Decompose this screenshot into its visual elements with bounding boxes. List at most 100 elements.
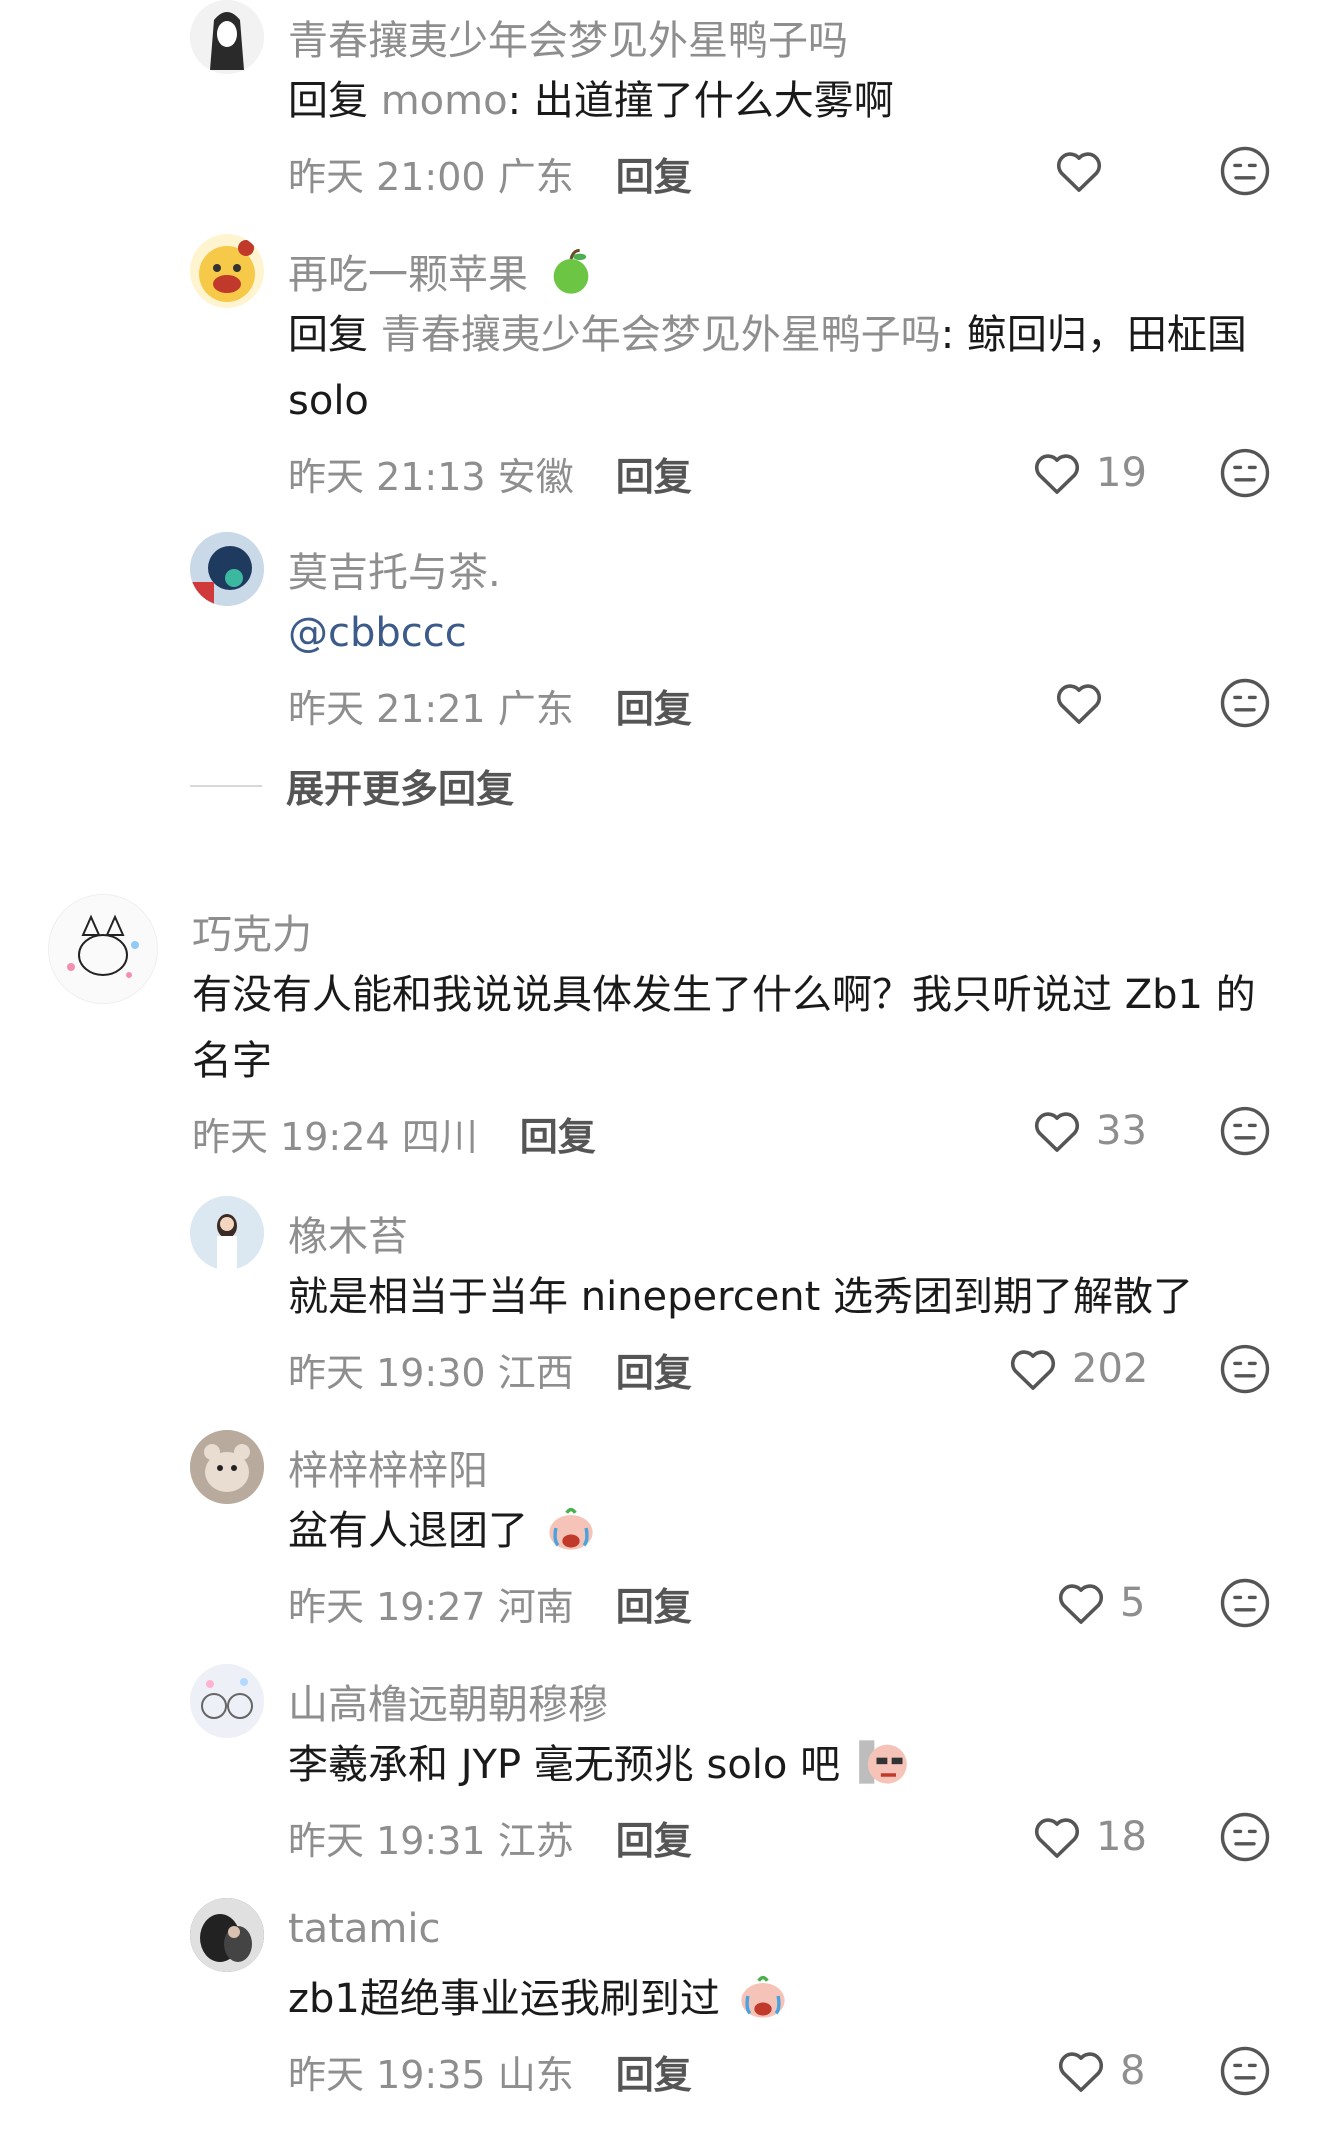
like-count: 18 bbox=[1096, 1814, 1147, 1860]
location: 河南 bbox=[497, 1585, 574, 1629]
heart-outline-icon bbox=[1058, 2052, 1104, 2092]
heart-outline-icon bbox=[1034, 1112, 1080, 1152]
comment-text: 李羲承和 JYP 毫无预兆 solo 吧 bbox=[288, 1732, 1276, 1798]
like-count: 19 bbox=[1096, 450, 1147, 496]
like-button[interactable]: 5 bbox=[1054, 1576, 1145, 1630]
location: 广东 bbox=[497, 687, 574, 731]
heart-outline-icon bbox=[1056, 152, 1102, 192]
avatar[interactable] bbox=[190, 0, 264, 74]
avatar[interactable] bbox=[48, 894, 158, 1004]
reply-target[interactable]: 青春攘夷少年会梦见外星鸭子吗 bbox=[381, 312, 941, 358]
avatar[interactable] bbox=[190, 1898, 264, 1972]
username[interactable]: 橡木苔 bbox=[288, 1204, 408, 1262]
location: 安徽 bbox=[497, 455, 574, 499]
comment-body: 李羲承和 JYP 毫无预兆 solo 吧 bbox=[288, 1742, 841, 1788]
timestamp: 昨天 21:13 bbox=[288, 455, 486, 499]
neutral-face-icon[interactable] bbox=[1218, 676, 1272, 730]
heart-outline-icon bbox=[1034, 1818, 1080, 1858]
reply-button[interactable]: 回复 bbox=[616, 687, 692, 731]
location: 四川 bbox=[401, 1115, 478, 1159]
location: 江苏 bbox=[497, 1819, 574, 1863]
comment-text: 有没有人能和我说说具体发生了什么啊？我只听说过 Zb1 的名字 bbox=[192, 972, 1256, 1084]
timestamp: 昨天 19:24 bbox=[192, 1115, 390, 1159]
location: 山东 bbox=[497, 2053, 574, 2097]
avatar[interactable] bbox=[190, 234, 264, 308]
neutral-face-icon[interactable] bbox=[1218, 1576, 1272, 1630]
comment-thread: 青春攘夷少年会梦见外星鸭子吗 回复 momo: 出道撞了什么大雾啊 昨天 21:… bbox=[0, 0, 1320, 2136]
comment-body: : 出道撞了什么大雾啊 bbox=[507, 78, 894, 124]
neutral-face-icon[interactable] bbox=[1218, 446, 1272, 500]
avatar[interactable] bbox=[190, 1196, 264, 1270]
crying-face-emoji-icon bbox=[740, 1975, 785, 2018]
expand-replies[interactable]: 展开更多回复 bbox=[190, 758, 514, 813]
comment-meta: 昨天 21:21 广东 回复 bbox=[288, 678, 692, 733]
reply-prefix: 回复 bbox=[288, 78, 381, 124]
reply-button[interactable]: 回复 bbox=[616, 1585, 692, 1629]
comment-text: 回复 momo: 出道撞了什么大雾啊 bbox=[288, 68, 1276, 134]
heart-outline-icon bbox=[1010, 1350, 1056, 1390]
reply-target[interactable]: momo bbox=[381, 78, 508, 124]
location: 江西 bbox=[497, 1351, 574, 1395]
username[interactable]: 山高橹远朝朝穆穆 bbox=[288, 1672, 608, 1730]
comment-meta: 昨天 21:13 安徽 回复 bbox=[288, 446, 692, 501]
reply-button[interactable]: 回复 bbox=[520, 1115, 596, 1159]
timestamp: 昨天 21:21 bbox=[288, 687, 486, 731]
timestamp: 昨天 21:00 bbox=[288, 155, 486, 199]
username[interactable]: 青春攘夷少年会梦见外星鸭子吗 bbox=[288, 8, 848, 66]
reply-button[interactable]: 回复 bbox=[616, 2053, 692, 2097]
neutral-face-icon[interactable] bbox=[1218, 2044, 1272, 2098]
username[interactable]: tatamic bbox=[288, 1906, 440, 1952]
green-apple-icon bbox=[553, 248, 589, 294]
like-count: 8 bbox=[1120, 2048, 1146, 2094]
neutral-face-icon[interactable] bbox=[1218, 1810, 1272, 1864]
comment-meta: 昨天 19:35 山东 回复 bbox=[288, 2044, 692, 2099]
like-button[interactable]: 33 bbox=[1030, 1104, 1147, 1158]
like-button[interactable]: 19 bbox=[1030, 446, 1147, 500]
comment-text: 回复 青春攘夷少年会梦见外星鸭子吗: 鲸回归，田柾国 solo bbox=[288, 302, 1276, 434]
comment-meta: 昨天 21:00 广东 回复 bbox=[288, 146, 692, 201]
reply-button[interactable]: 回复 bbox=[616, 455, 692, 499]
timestamp: 昨天 19:27 bbox=[288, 1585, 486, 1629]
avatar[interactable] bbox=[190, 532, 264, 606]
like-button[interactable] bbox=[1052, 144, 1118, 198]
username[interactable]: 再吃一颗苹果 bbox=[288, 242, 597, 300]
username[interactable]: 梓梓梓梓阳 bbox=[288, 1438, 488, 1496]
comment-meta: 昨天 19:24 四川 回复 bbox=[192, 1106, 596, 1161]
avatar[interactable] bbox=[190, 1430, 264, 1504]
heart-outline-icon bbox=[1058, 1584, 1104, 1624]
comment-body: zb1超绝事业运我刷到过 bbox=[288, 1976, 720, 2022]
like-button[interactable]: 202 bbox=[1006, 1342, 1148, 1396]
comment-meta: 昨天 19:30 江西 回复 bbox=[288, 1342, 692, 1397]
heart-outline-icon bbox=[1034, 454, 1080, 494]
avatar[interactable] bbox=[190, 1664, 264, 1738]
like-button[interactable]: 8 bbox=[1054, 2044, 1145, 2098]
peeking-face-emoji-icon bbox=[858, 1740, 907, 1784]
reply-button[interactable]: 回复 bbox=[616, 155, 692, 199]
timestamp: 昨天 19:30 bbox=[288, 1351, 486, 1395]
like-button[interactable]: 18 bbox=[1030, 1810, 1147, 1864]
reply-prefix: 回复 bbox=[288, 312, 381, 358]
timestamp: 昨天 19:31 bbox=[288, 1819, 486, 1863]
comment-meta: 昨天 19:27 河南 回复 bbox=[288, 1576, 692, 1631]
reply-button[interactable]: 回复 bbox=[616, 1819, 692, 1863]
expand-replies-label[interactable]: 展开更多回复 bbox=[286, 758, 514, 813]
neutral-face-icon[interactable] bbox=[1218, 144, 1272, 198]
comment-text: 盆有人退团了 bbox=[288, 1498, 1276, 1564]
like-button[interactable] bbox=[1052, 676, 1118, 730]
like-count: 33 bbox=[1096, 1108, 1147, 1154]
neutral-face-icon[interactable] bbox=[1218, 1342, 1272, 1396]
neutral-face-icon[interactable] bbox=[1218, 1104, 1272, 1158]
divider bbox=[190, 784, 262, 787]
reply-button[interactable]: 回复 bbox=[616, 1351, 692, 1395]
mention-link[interactable]: @cbbccc bbox=[288, 610, 467, 656]
like-count: 5 bbox=[1120, 1580, 1146, 1626]
username[interactable]: 莫吉托与茶. bbox=[288, 540, 501, 598]
comment-text: @cbbccc bbox=[288, 600, 1276, 666]
username[interactable]: 巧克力 bbox=[192, 902, 312, 960]
crying-face-emoji-icon bbox=[549, 1507, 593, 1550]
like-count: 202 bbox=[1072, 1346, 1149, 1392]
timestamp: 昨天 19:35 bbox=[288, 2053, 486, 2097]
location: 广东 bbox=[497, 155, 574, 199]
comment-body: 盆有人退团了 bbox=[288, 1508, 528, 1554]
comment-meta: 昨天 19:31 江苏 回复 bbox=[288, 1810, 692, 1865]
